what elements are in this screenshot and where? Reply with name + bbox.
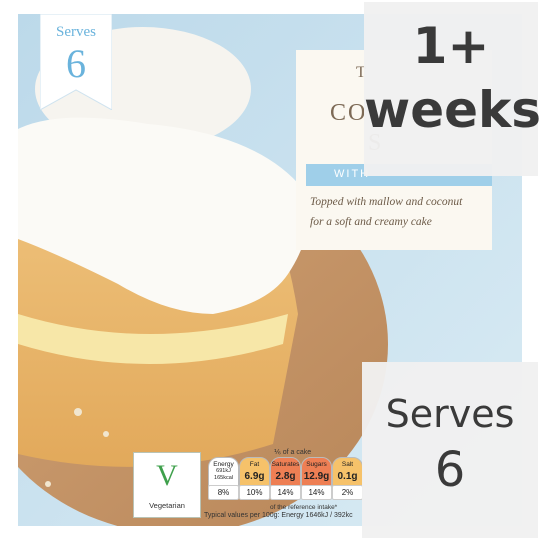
reference-note: of the reference intake* <box>270 504 338 511</box>
portion-size: ⅙ of a cake <box>274 449 312 456</box>
nutrient-name: Saturates <box>271 461 300 468</box>
serves-ribbon-label: Serves <box>56 24 96 40</box>
serves-overlay: Serves 6 <box>362 362 538 538</box>
product-description: Topped with mallow and coconut for a sof… <box>310 192 486 232</box>
serves-label: Serves <box>385 392 515 436</box>
cake-crumb <box>103 431 109 437</box>
description-line: Topped with mallow and coconut <box>310 196 463 208</box>
vegetarian-label: Vegetarian <box>149 501 185 510</box>
serves-number: 6 <box>434 442 466 498</box>
shelf-life-unit: weeks <box>364 81 540 139</box>
nutrient-percent: 8% <box>208 485 239 500</box>
nutrient-percent: 2% <box>332 485 363 500</box>
nutrient-value: 6.9g <box>244 471 265 482</box>
nutrition-label: ⅙ of a cake Energy 691kJ 165kcal 8% Fat 6.9g 1… <box>204 448 363 524</box>
nutrient-name: Energy <box>213 461 234 468</box>
vegetarian-badge: V Vegetarian <box>133 452 201 518</box>
title-fragment: CO <box>330 100 368 126</box>
nutrient-percent: 10% <box>239 485 270 500</box>
vegetarian-symbol: V <box>156 459 178 492</box>
nutrient-name: Salt <box>341 461 354 468</box>
cake-crumb <box>45 481 51 487</box>
serves-ribbon-number: 6 <box>66 41 86 86</box>
cake-crumb <box>74 408 82 416</box>
nutrient-percent: 14% <box>270 485 301 500</box>
nutrient-value: 691kJ <box>216 468 231 474</box>
typical-values: Typical values per 100g: Energy 1646kJ /… <box>204 512 353 519</box>
nutrient-name: Fat <box>249 461 260 468</box>
shelf-life-overlay: 1+ weeks <box>364 2 540 176</box>
nutrient-value: 0.1g <box>337 471 358 482</box>
nutrient-name: Sugars <box>306 461 327 468</box>
shelf-life-value: 1+ <box>412 17 490 75</box>
serves-ribbon: Serves 6 <box>40 14 112 110</box>
nutrient-percent: 14% <box>301 485 332 500</box>
description-line: for a soft and creamy cake <box>310 216 432 228</box>
nutrient-value: 2.8g <box>275 471 296 482</box>
nutrient-value: 12.9g <box>303 471 330 482</box>
nutrient-sub-value: 165kcal <box>214 475 233 481</box>
